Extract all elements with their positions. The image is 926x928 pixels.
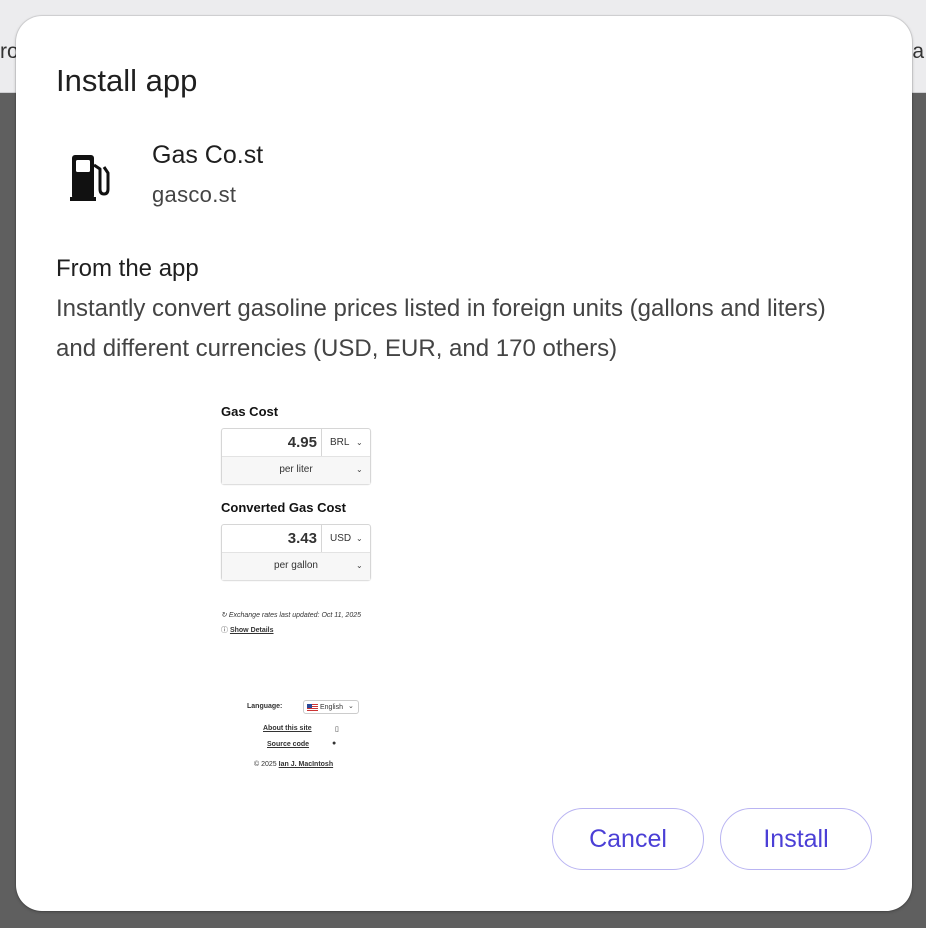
us-flag-icon [307,703,318,711]
show-details-row: ⓘ Show Details [221,625,274,635]
info-icon: ⓘ [221,627,228,634]
language-select: English ⌄ [303,700,359,714]
copyright-text: © 2025 [254,761,277,768]
language-label: Language: [247,703,283,710]
converted-cost-unit: per gallon [222,552,370,580]
from-the-app-label: From the app [56,255,199,282]
chevron-down-icon: ⌄ [348,703,354,710]
author-link: Ian J. MacIntosh [278,761,334,768]
cancel-button[interactable]: Cancel [552,808,704,870]
source-code-link: Source code [267,741,310,748]
exchange-rates-text: Exchange rates last updated: Oct 11, 202… [228,612,362,619]
chevron-down-icon: ⌄ [356,534,363,543]
app-domain: gasco.st [152,182,237,207]
show-details-link: Show Details [229,627,274,634]
gas-cost-title: Gas Cost [221,404,279,419]
gas-pump-icon [70,155,110,201]
about-link: About this site [263,725,312,732]
gas-cost-currency: BRL [330,437,350,448]
gas-cost-box: 4.95 BRL ⌄ per liter ⌄ [221,428,371,484]
background-text-fragment: a [912,40,924,63]
converted-cost-currency: USD [330,533,352,544]
gas-cost-unit: per liter [222,456,370,484]
document-icon: ▯ [335,726,339,733]
converted-cost-box: 3.43 USD ⌄ per gallon ⌄ [221,524,371,580]
language-value: English [320,704,343,711]
refresh-icon: ↻ [221,612,227,619]
app-screenshot-preview: Gas Cost 4.95 BRL ⌄ per liter ⌄ Converte… [211,400,381,780]
chevron-down-icon: ⌄ [356,465,363,474]
app-description: Instantly convert gasoline prices listed… [56,295,826,362]
exchange-rates-note: ↻ Exchange rates last updated: Oct 11, 2… [221,611,361,619]
gas-cost-value: 4.95 [222,429,322,456]
converted-gas-cost-title: Converted Gas Cost [221,500,346,515]
chevron-down-icon: ⌄ [356,561,363,570]
app-name: Gas Co.st [152,141,264,169]
github-icon: ● [332,740,337,747]
install-app-dialog: Install app Gas Co.st gasco.st From the … [16,16,912,911]
copyright-row: © 2025 Ian J. MacIntosh [254,761,333,768]
dialog-title: Install app [56,63,198,98]
chevron-down-icon: ⌄ [356,438,363,447]
converted-cost-value: 3.43 [222,525,322,552]
install-button[interactable]: Install [720,808,872,870]
